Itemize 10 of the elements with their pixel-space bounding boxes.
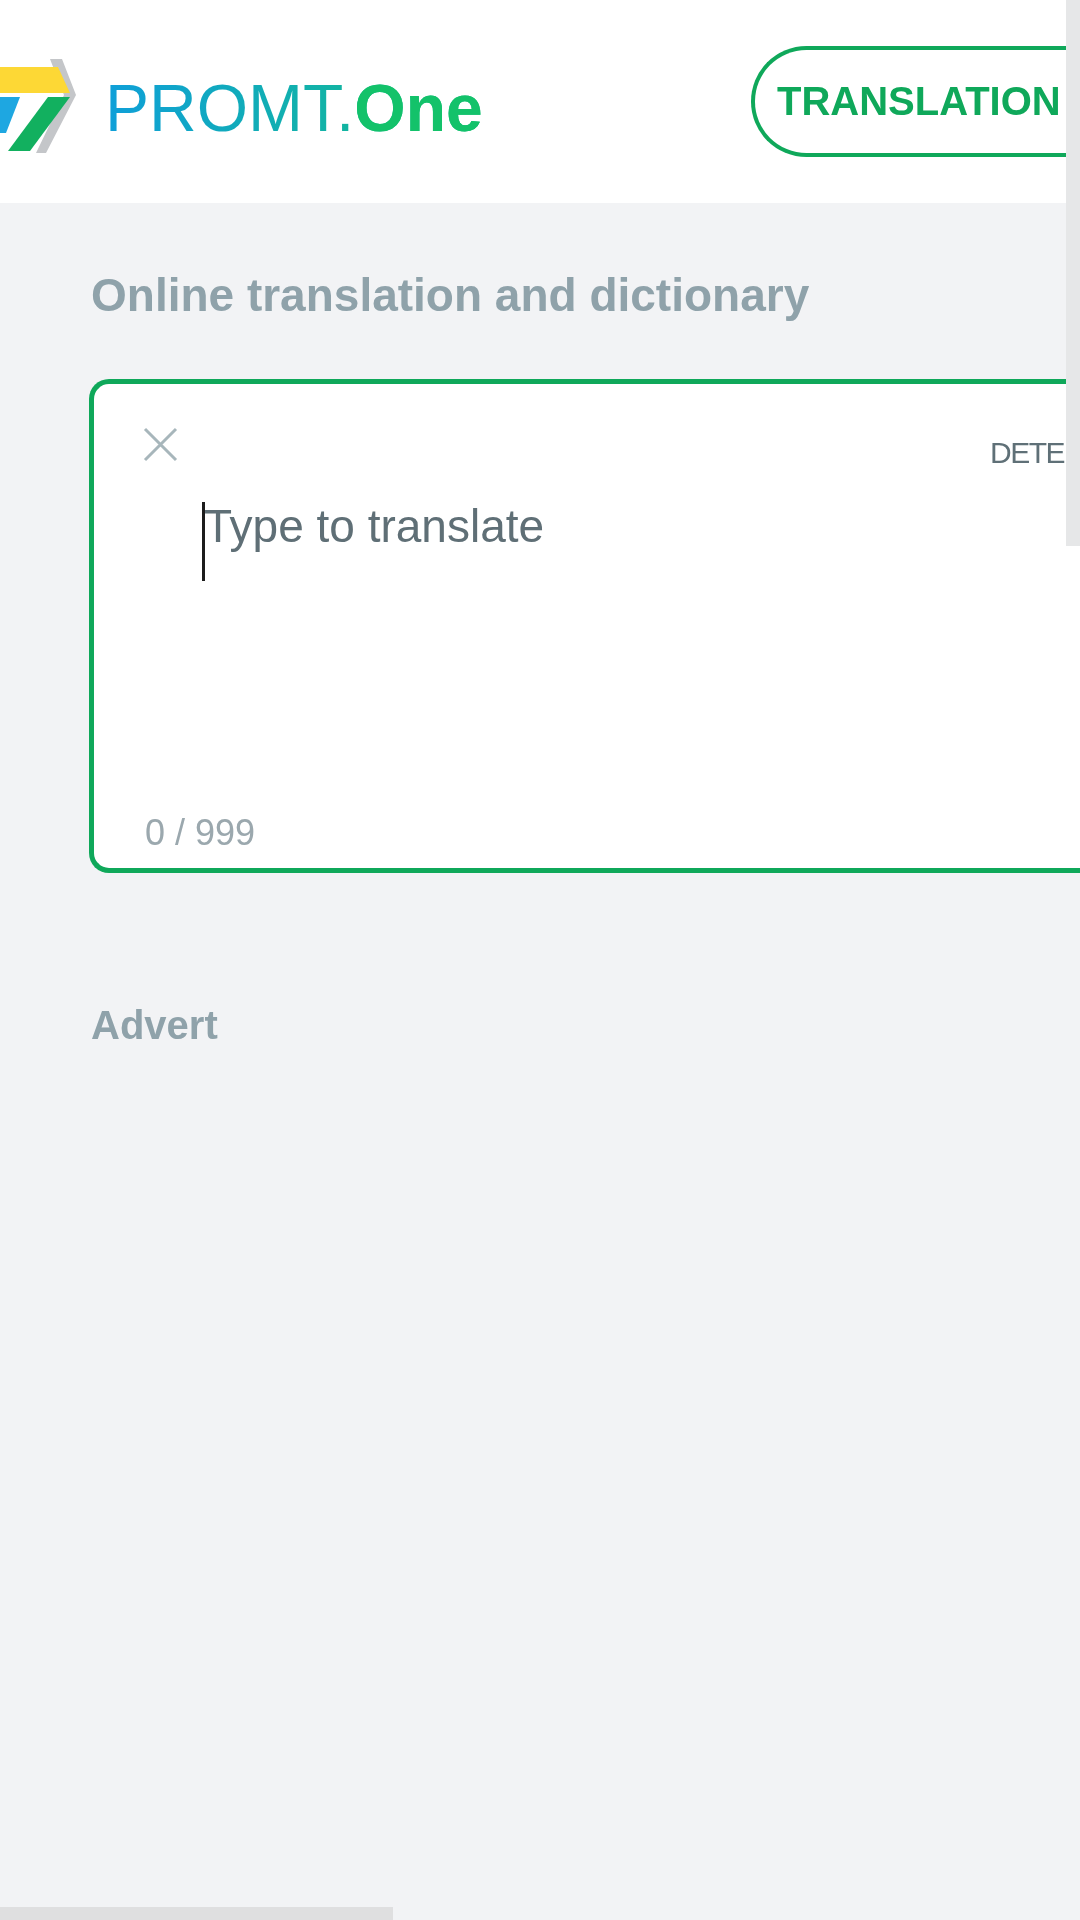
advert-heading: Advert (91, 1002, 218, 1050)
close-icon (143, 427, 178, 463)
translation-nav-button[interactable]: TRANSLATION (751, 46, 1066, 157)
text-input-field[interactable]: Type to translate (204, 499, 1024, 780)
clear-button[interactable] (143, 427, 178, 463)
character-counter: 0 / 999 (145, 811, 256, 855)
text-input-box[interactable]: DETE Type to translate 0 / 999 (89, 379, 1080, 874)
page-heading: Online translation and dictionary (91, 268, 810, 323)
vertical-scrollbar-thumb[interactable] (1066, 0, 1080, 546)
source-language-label[interactable]: DETE (990, 437, 1064, 468)
